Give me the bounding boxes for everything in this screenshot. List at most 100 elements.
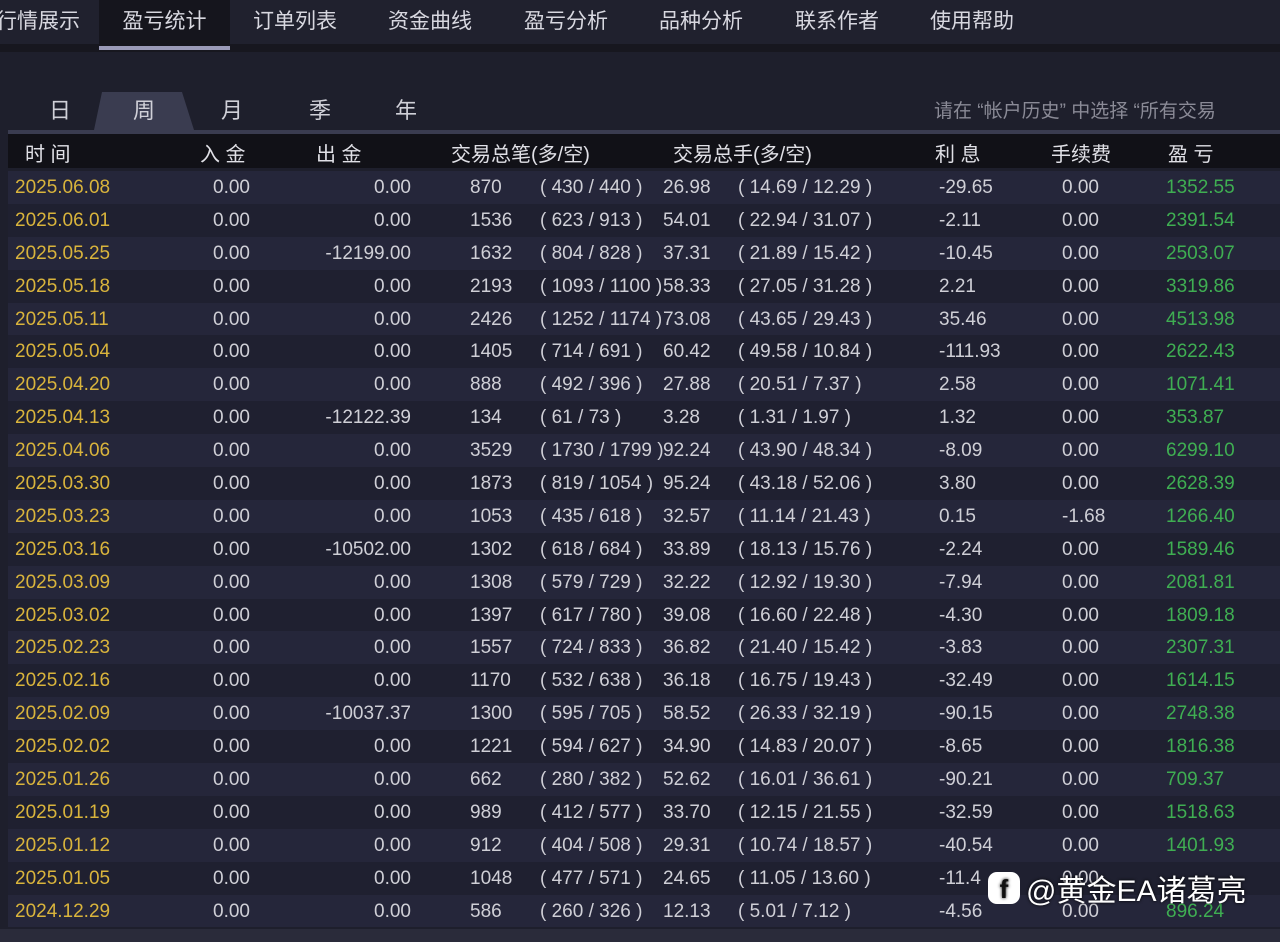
table-row[interactable]: 2025.01.19 0.00 0.00 989 ( 412 / 577 ) 33.70 (… — [8, 795, 1280, 829]
table-row[interactable]: 2025.04.13 0.00 -12122.39 134 ( 61 / 73 ) 3.2… — [8, 401, 1280, 435]
cell-withdrawal: -12199.00 — [325, 242, 411, 264]
tab-pnl-stats[interactable]: 盈亏统计 — [99, 0, 230, 50]
table-row[interactable]: 2025.04.20 0.00 0.00 888 ( 492 / 396 ) 27.88 (… — [8, 368, 1280, 402]
cell-fee: 0.00 — [1062, 637, 1099, 659]
cell-lots-long-short: ( 21.40 / 15.42 ) — [738, 637, 873, 659]
table-row[interactable]: 2025.02.16 0.00 0.00 1170 ( 532 / 638 ) 36.18… — [8, 664, 1280, 698]
cell-withdrawal: 0.00 — [374, 473, 411, 495]
tab-symbol-analysis[interactable]: 品种分析 — [659, 0, 743, 50]
col-fee[interactable]: 手续费 — [1051, 138, 1111, 167]
table-row[interactable]: 2025.01.26 0.00 0.00 662 ( 280 / 382 ) 52.62 (… — [8, 763, 1280, 796]
period-quarter[interactable]: 季 — [290, 92, 350, 130]
cell-withdrawal: 0.00 — [374, 571, 411, 593]
cell-trade-count: 1221 — [470, 736, 513, 758]
table-row[interactable]: 2025.02.23 0.00 0.00 1557 ( 724 / 833 ) 36.82… — [8, 631, 1280, 665]
cell-interest: -2.24 — [939, 538, 983, 560]
table-row[interactable]: 2025.03.02 0.00 0.00 1397 ( 617 / 780 ) 39.08… — [8, 598, 1280, 632]
col-trade-lots[interactable]: 交易总手(多/空) — [673, 138, 812, 167]
cell-deposit: 0.00 — [213, 801, 250, 823]
tab-market[interactable]: 行情展示 — [0, 0, 86, 50]
col-trade-count[interactable]: 交易总笔(多/空) — [451, 138, 590, 167]
cell-trade-count: 3529 — [470, 440, 513, 462]
period-year[interactable]: 年 — [376, 92, 436, 130]
cell-lots-long-short: ( 1.31 / 1.97 ) — [738, 407, 852, 429]
cell-lots: 34.90 — [663, 736, 711, 758]
col-interest[interactable]: 利 息 — [935, 138, 981, 167]
tab-pnl-analysis[interactable]: 盈亏分析 — [524, 0, 608, 50]
table-row[interactable]: 2025.05.25 0.00 -12199.00 1632 ( 804 / 828 )… — [8, 236, 1280, 270]
cell-lots-long-short: ( 43.18 / 52.06 ) — [738, 473, 873, 495]
cell-pnl: 1266.40 — [1166, 505, 1235, 527]
table-row[interactable]: 2025.06.08 0.00 0.00 870 ( 430 / 440 ) 26.98 (… — [8, 171, 1280, 204]
table-row[interactable]: 2025.05.11 0.00 0.00 2426 ( 1252 / 1174 ) 73.… — [8, 302, 1280, 336]
cell-count-long-short: ( 404 / 508 ) — [540, 834, 643, 856]
table-row[interactable]: 2025.05.18 0.00 0.00 2193 ( 1093 / 1100 ) 58.… — [8, 269, 1280, 303]
cell-interest: -3.83 — [939, 637, 983, 659]
tab-equity-curve[interactable]: 资金曲线 — [388, 0, 472, 50]
cell-count-long-short: ( 260 / 326 ) — [540, 900, 643, 922]
period-month[interactable]: 月 — [202, 92, 262, 130]
table-row[interactable]: 2025.05.04 0.00 0.00 1405 ( 714 / 691 ) 60.42… — [8, 335, 1280, 369]
cell-fee: 0.00 — [1062, 703, 1099, 725]
cell-interest: -8.09 — [939, 440, 983, 462]
col-deposit[interactable]: 入 金 — [200, 138, 246, 167]
cell-pnl: 2628.39 — [1166, 473, 1235, 495]
table-row[interactable]: 2025.02.09 0.00 -10037.37 1300 ( 595 / 705 )… — [8, 697, 1280, 731]
cell-time: 2025.02.09 — [15, 703, 111, 725]
cell-trade-count: 1308 — [470, 571, 513, 593]
cell-withdrawal: 0.00 — [374, 209, 411, 231]
cell-lots: 36.18 — [663, 670, 711, 692]
cell-pnl: 6299.10 — [1166, 440, 1235, 462]
cell-withdrawal: 0.00 — [374, 505, 411, 527]
table-row[interactable]: 2025.03.09 0.00 0.00 1308 ( 579 / 729 ) 32.22… — [8, 565, 1280, 599]
cell-deposit: 0.00 — [213, 769, 250, 791]
cell-fee: 0.00 — [1062, 209, 1099, 231]
table-row[interactable]: 2025.03.30 0.00 0.00 1873 ( 819 / 1054 ) 95.2… — [8, 467, 1280, 500]
col-time[interactable]: 时 间 — [25, 138, 71, 167]
cell-fee: 0.00 — [1062, 801, 1099, 823]
col-pnl[interactable]: 盈 亏 — [1168, 138, 1214, 167]
cell-interest: 2.21 — [939, 275, 976, 297]
cell-lots: 52.62 — [663, 769, 711, 791]
period-week[interactable]: 周 — [94, 92, 194, 130]
cell-pnl: 1401.93 — [1166, 834, 1235, 856]
cell-pnl: 353.87 — [1166, 407, 1225, 429]
table-row[interactable]: 2025.01.12 0.00 0.00 912 ( 404 / 508 ) 29.31 (… — [8, 828, 1280, 862]
cell-withdrawal: -10037.37 — [325, 703, 411, 725]
cell-interest: -4.30 — [939, 604, 983, 626]
cell-deposit: 0.00 — [213, 604, 250, 626]
cell-lots: 58.52 — [663, 703, 711, 725]
cell-interest: -40.54 — [939, 834, 993, 856]
cell-count-long-short: ( 618 / 684 ) — [540, 538, 643, 560]
cell-count-long-short: ( 724 / 833 ) — [540, 637, 643, 659]
col-withdrawal[interactable]: 出 金 — [316, 138, 362, 167]
cell-deposit: 0.00 — [213, 209, 250, 231]
tab-orders[interactable]: 订单列表 — [253, 0, 337, 50]
tab-help[interactable]: 使用帮助 — [930, 0, 1014, 50]
table-row[interactable]: 2025.06.01 0.00 0.00 1536 ( 623 / 913 ) 54.01… — [8, 203, 1280, 237]
cell-time: 2025.06.01 — [15, 209, 111, 231]
table-row[interactable]: 2025.03.16 0.00 -10502.00 1302 ( 618 / 684 )… — [8, 532, 1280, 566]
cell-time: 2025.02.02 — [15, 736, 111, 758]
cell-deposit: 0.00 — [213, 900, 250, 922]
table-row[interactable]: 2025.02.02 0.00 0.00 1221 ( 594 / 627 ) 34.90… — [8, 730, 1280, 764]
period-day[interactable]: 日 — [30, 92, 90, 130]
cell-lots-long-short: ( 16.75 / 19.43 ) — [738, 670, 873, 692]
table-row[interactable]: 2025.03.23 0.00 0.00 1053 ( 435 / 618 ) 32.57… — [8, 499, 1280, 533]
cell-withdrawal: 0.00 — [374, 867, 411, 889]
cell-pnl: 4513.98 — [1166, 308, 1235, 330]
cell-fee: 0.00 — [1062, 177, 1099, 198]
cell-pnl: 1071.41 — [1166, 374, 1235, 396]
cell-deposit: 0.00 — [213, 571, 250, 593]
cell-lots: 3.28 — [663, 407, 700, 429]
cell-trade-count: 870 — [470, 177, 502, 198]
cell-time: 2025.01.12 — [15, 834, 111, 856]
tab-contact[interactable]: 联系作者 — [795, 0, 879, 50]
cell-time: 2025.05.04 — [15, 341, 111, 363]
cell-count-long-short: ( 1093 / 1100 ) — [540, 275, 663, 297]
cell-lots-long-short: ( 14.69 / 12.29 ) — [738, 177, 873, 198]
cell-interest: -10.45 — [939, 242, 993, 264]
cell-withdrawal: 0.00 — [374, 670, 411, 692]
cell-fee: 0.00 — [1062, 473, 1099, 495]
table-row[interactable]: 2025.04.06 0.00 0.00 3529 ( 1730 / 1799 ) 92.… — [8, 434, 1280, 468]
